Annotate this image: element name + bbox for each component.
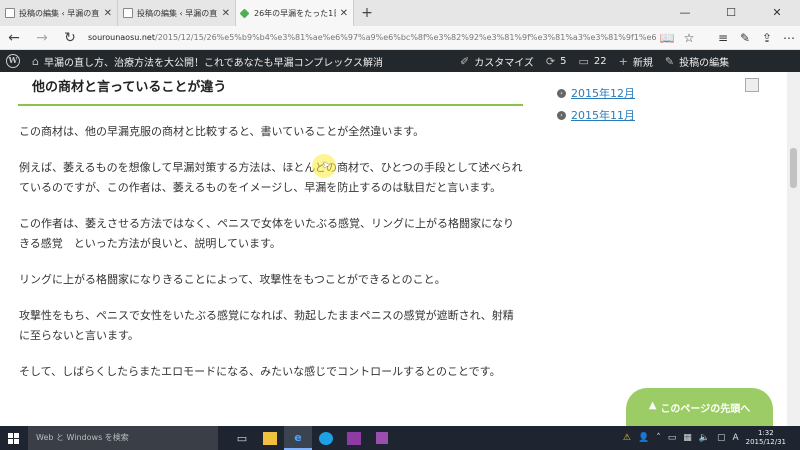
home-icon: ⌂ bbox=[32, 54, 39, 68]
toolbar-divider bbox=[700, 26, 712, 50]
taskbar: Web と Windows を検索 ▭ e ⚠ 👤 ˄ ▭ ▦ 🔈 ▢ A 1:… bbox=[0, 426, 800, 450]
scrollbar-thumb[interactable] bbox=[790, 148, 797, 188]
scroll-to-top-label: このページの先頭へ bbox=[660, 404, 751, 415]
network-icon[interactable]: ▦ bbox=[683, 433, 692, 443]
browser-tab-2[interactable]: 投稿の編集 ‹ 早漏の直し方、治 ✕ bbox=[118, 0, 236, 26]
archive-item[interactable]: › 2015年11月 bbox=[557, 104, 767, 126]
scroll-to-top-button[interactable]: ▲ このページの先頭へ bbox=[626, 388, 773, 430]
ime-indicator[interactable]: A bbox=[732, 433, 738, 443]
paragraph: この作者は、萎えさせる方法ではなく、ペニスで女体をいたぶる感覚、リングに上がる格… bbox=[19, 217, 514, 250]
admin-site-name[interactable]: ⌂ 早漏の直し方、治療方法を大公開！これであなたも早漏コンプレックス解消 bbox=[26, 50, 454, 72]
tab-title: 投稿の編集 ‹ 早漏の直し方、治 bbox=[137, 8, 218, 18]
tab-title: 投稿の編集 ‹ 早漏の直し方、治 bbox=[19, 8, 100, 18]
paragraph: 攻撃性をもち、ペニスで女性をいたぶる感覚になれば、勃起したままペニスの感覚が遮断… bbox=[19, 309, 514, 342]
plus-icon: + bbox=[618, 54, 628, 68]
url-path: /2015/12/15/26%e5%b9%b4%e3%81%ae%e6%97%a… bbox=[155, 33, 656, 42]
updates-icon: ⟳ bbox=[545, 54, 556, 68]
taskbar-search-input[interactable]: Web と Windows を検索 bbox=[28, 426, 218, 450]
wordpress-logo-icon[interactable]: W bbox=[0, 50, 26, 72]
pencil-icon: ✎ bbox=[664, 54, 675, 68]
close-tab-icon[interactable]: ✕ bbox=[340, 8, 348, 19]
skype-icon[interactable] bbox=[312, 426, 340, 450]
person-icon[interactable]: 👤 bbox=[638, 433, 649, 443]
avatar bbox=[745, 78, 759, 92]
arrow-up-icon: ▲ bbox=[648, 400, 657, 411]
edit-post-link[interactable]: ✎ 投稿の編集 bbox=[659, 50, 735, 72]
page-icon bbox=[123, 8, 133, 18]
mouse-pointer-icon: ➤ bbox=[322, 160, 331, 171]
new-tab-button[interactable]: + bbox=[354, 0, 380, 26]
tab-title: 26年の早漏をたった1日で! bbox=[254, 8, 336, 18]
url-field[interactable]: sourounaosu.net/2015/12/15/26%e5%b9%b4%e… bbox=[84, 33, 656, 42]
forward-icon[interactable]: → bbox=[28, 26, 56, 50]
tab-strip: 投稿の編集 ‹ 早漏の直し方、治 ✕ 投稿の編集 ‹ 早漏の直し方、治 ✕ 26… bbox=[0, 0, 800, 26]
maximize-icon[interactable]: ☐ bbox=[708, 0, 754, 26]
vertical-scrollbar[interactable] bbox=[787, 72, 800, 426]
article-body: 他の商材と言っていることが違う この商材は、他の早漏克服の商材と比較すると、書い… bbox=[18, 72, 523, 382]
clock-time: 1:32 bbox=[757, 429, 774, 437]
comments-count: 22 bbox=[593, 55, 607, 67]
updates-count: 5 bbox=[560, 55, 567, 67]
paragraph: リングに上がる格闘家になりきることによって、攻撃性をもつことができるとのこと。 bbox=[19, 273, 446, 286]
archive-link[interactable]: 2015年12月 bbox=[571, 85, 635, 101]
task-view-icon[interactable]: ▭ bbox=[228, 426, 256, 450]
paragraph: そして、しばらくしたらまたエロモードになる、みたいな感じでコントロールするとのこ… bbox=[19, 365, 501, 378]
clock[interactable]: 1:32 2015/12/31 bbox=[746, 429, 786, 447]
wp-admin-bar: W ⌂ 早漏の直し方、治療方法を大公開！これであなたも早漏コンプレックス解消 ✐… bbox=[0, 50, 800, 72]
warning-icon[interactable]: ⚠ bbox=[623, 433, 631, 443]
chevron-right-icon: › bbox=[557, 110, 566, 120]
battery-icon[interactable]: ▭ bbox=[668, 433, 677, 443]
onenote-icon[interactable] bbox=[340, 426, 368, 450]
close-tab-icon[interactable]: ✕ bbox=[104, 8, 112, 19]
close-tab-icon[interactable]: ✕ bbox=[222, 8, 230, 19]
address-bar: ← → ↻ sourounaosu.net/2015/12/15/26%e5%b… bbox=[0, 26, 800, 50]
file-explorer-icon[interactable] bbox=[256, 426, 284, 450]
paragraph: この商材は、他の早漏克服の商材と比較すると、書いていることが全然違います。 bbox=[19, 125, 425, 138]
back-icon[interactable]: ← bbox=[0, 26, 28, 50]
clock-date: 2015/12/31 bbox=[745, 438, 786, 446]
edit-post-label: 投稿の編集 bbox=[679, 57, 730, 69]
comments-link[interactable]: ▭ 22 bbox=[573, 50, 613, 72]
volume-icon[interactable]: 🔈 bbox=[699, 433, 710, 443]
customize-link[interactable]: ✐ カスタマイズ bbox=[454, 50, 540, 72]
customize-label: カスタマイズ bbox=[474, 57, 534, 69]
more-icon[interactable]: ⋯ bbox=[778, 26, 800, 50]
comment-icon: ▭ bbox=[578, 54, 589, 68]
reading-view-icon[interactable]: 📖 bbox=[656, 26, 678, 50]
paragraph: 例えば、萎えるものを想像して早漏対策する方法は、ほとんどの商材で、ひとつの手段と… bbox=[19, 161, 523, 194]
browser-tab-3[interactable]: 26年の早漏をたった1日で! ✕ bbox=[236, 0, 354, 26]
app-icon[interactable] bbox=[368, 426, 396, 450]
archive-item[interactable]: › 2015年12月 bbox=[557, 82, 767, 104]
updates-link[interactable]: ⟳ 5 bbox=[540, 50, 573, 72]
browser-tab-1[interactable]: 投稿の編集 ‹ 早漏の直し方、治 ✕ bbox=[0, 0, 118, 26]
edge-browser-icon[interactable]: e bbox=[284, 426, 312, 450]
chevron-up-icon[interactable]: ˄ bbox=[656, 433, 661, 443]
section-heading: 他の商材と言っていることが違う bbox=[18, 72, 523, 106]
page-icon bbox=[5, 8, 15, 18]
minimize-icon[interactable]: — bbox=[662, 0, 708, 26]
url-domain: sourounaosu.net bbox=[88, 33, 155, 42]
archive-link[interactable]: 2015年11月 bbox=[571, 107, 635, 123]
sidebar-archives: › 2015年12月 › 2015年11月 bbox=[557, 72, 767, 126]
refresh-icon[interactable]: ↻ bbox=[56, 26, 84, 50]
web-note-icon[interactable]: ✎ bbox=[734, 26, 756, 50]
brush-icon: ✐ bbox=[460, 54, 470, 68]
share-icon[interactable]: ⇪ bbox=[756, 26, 778, 50]
site-favicon-icon bbox=[239, 8, 250, 18]
close-window-icon[interactable]: ✕ bbox=[754, 0, 800, 26]
message-icon[interactable]: ▢ bbox=[717, 433, 726, 443]
browser-window: 投稿の編集 ‹ 早漏の直し方、治 ✕ 投稿の編集 ‹ 早漏の直し方、治 ✕ 26… bbox=[0, 0, 800, 450]
new-content-link[interactable]: + 新規 bbox=[613, 50, 659, 72]
chevron-right-icon: › bbox=[557, 88, 566, 98]
favorite-star-icon[interactable]: ☆ bbox=[678, 26, 700, 50]
site-name-label: 早漏の直し方、治療方法を大公開！これであなたも早漏コンプレックス解消 bbox=[43, 57, 383, 69]
page-content: 他の商材と言っていることが違う この商材は、他の早漏克服の商材と比較すると、書い… bbox=[0, 72, 787, 426]
hub-icon[interactable]: ≡ bbox=[712, 26, 734, 50]
new-label: 新規 bbox=[632, 57, 653, 69]
windows-start-icon[interactable] bbox=[0, 426, 26, 450]
system-tray: ⚠ 👤 ˄ ▭ ▦ 🔈 ▢ A 1:32 2015/12/31 bbox=[623, 426, 800, 450]
